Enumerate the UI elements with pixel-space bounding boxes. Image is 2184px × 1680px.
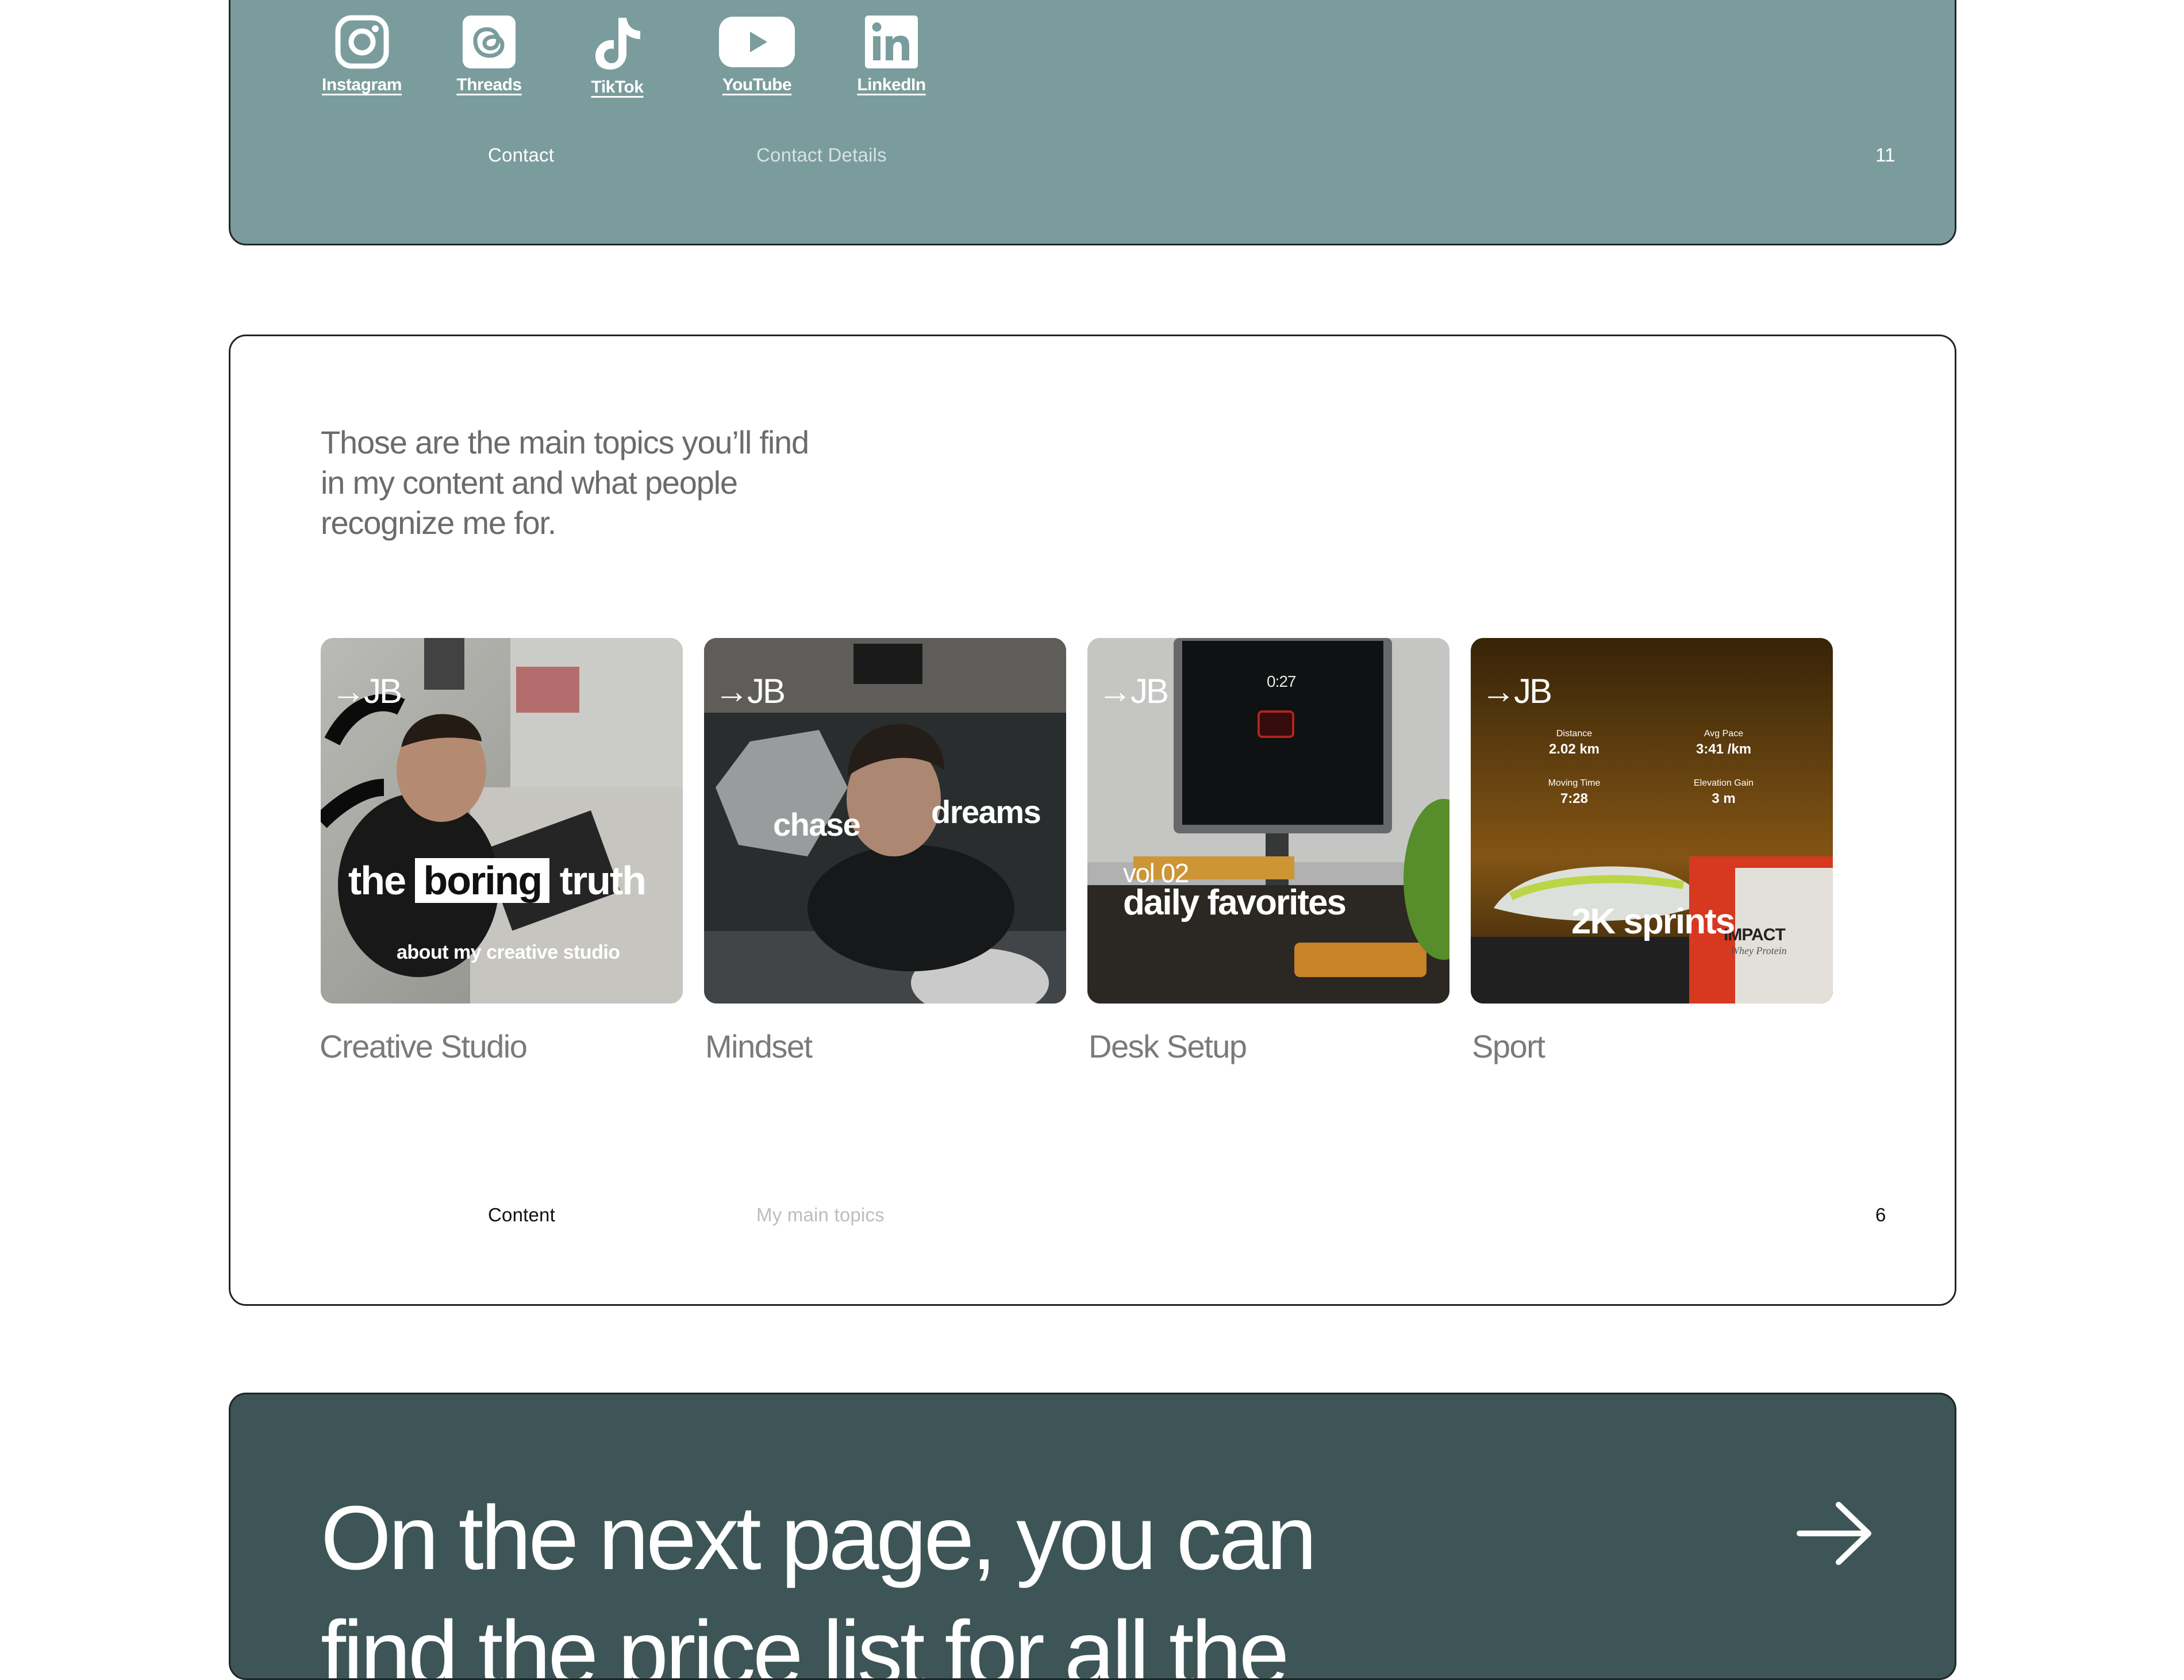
stat-distance: Distance 2.02 km [1528,729,1620,758]
arrow-right-icon[interactable] [1795,1499,1875,1568]
thumbnail-word-left: chase [773,806,861,843]
youtube-icon [719,17,795,67]
youtube-link[interactable]: YouTube [717,14,797,95]
youtube-label: YouTube [722,75,792,94]
footer-section: Content [488,1204,555,1225]
headline-highlight: boring [415,858,550,903]
intro-line: recognize me for. [321,505,556,541]
footer-section: Contact [488,144,555,166]
screen-timer: 0:27 [1267,672,1296,690]
stat-value: 3 m [1712,791,1736,806]
thumbnail-headline: 2K sprints [1571,902,1735,941]
linkedin-label: LinkedIn [857,75,926,94]
linkedin-icon [865,16,918,68]
card-title-desk-setup: Desk Setup [1089,1028,1247,1064]
stat-value: 2.02 km [1548,741,1600,757]
stat-label: Distance [1556,729,1593,739]
stat-label: Elevation Gain [1693,778,1754,788]
instagram-icon [335,15,389,69]
threads-label: Threads [456,75,522,94]
instagram-link[interactable]: Instagram [320,14,403,95]
thumbnail-word-right: dreams [931,794,1041,830]
jb-logo: →JB [1481,672,1552,710]
topic-card-mindset[interactable]: →JB chase dreams [704,638,1066,1004]
card-title-creative-studio: Creative Studio [320,1028,528,1064]
card-title-mindset: Mindset [705,1028,813,1064]
stat-avg-pace: Avg Pace 3:41 /km [1678,729,1770,758]
topic-card-creative-studio[interactable]: →JB the boring truth about my creative s… [321,638,683,1004]
tiktok-link[interactable]: TikTok [586,14,649,97]
intro-line: in my content and what people [321,464,738,501]
next-page-line: On the next page, you can [321,1487,1317,1589]
stat-label: Moving Time [1548,778,1601,788]
topic-card-desk-setup[interactable]: →JB 0:27 vol 02 daily favorites [1087,638,1449,1004]
page-number: 11 [1875,144,1895,166]
next-page-text: On the next page, you can find the price… [321,1481,1470,1680]
stat-value: 3:41 /km [1695,741,1752,757]
product-subtitle: Whey Protein [1731,945,1787,956]
next-page-panel: On the next page, you can find the price… [229,1393,1956,1680]
next-page-line: find the price list for all the [321,1602,1289,1680]
jb-logo: →JB [1098,672,1169,710]
threads-icon [463,16,516,68]
content-panel: Those are the main topics you’ll find in… [229,335,1956,1306]
thumbnail-headline: daily favorites [1123,883,1347,922]
thumbnail-caption: about my creative studio [397,941,620,963]
card-title-sport: Sport [1472,1028,1545,1064]
footer-subsection: Contact Details [756,144,887,166]
threads-link[interactable]: Threads [455,14,524,95]
thumbnail-headline: the boring truth [348,858,647,904]
stat-label: Avg Pace [1704,729,1744,739]
intro-line: Those are the main topics you’ll find [321,424,809,460]
topic-card-sport[interactable]: →JB Distance 2.02 km Avg Pace 3:41 /km M… [1471,638,1833,1004]
stat-value: 7:28 [1560,791,1589,806]
jb-logo: →JB [714,672,786,710]
contact-panel: Instagram Threads TikTok YouTube LinkedI… [229,0,1956,245]
footer-subsection: My main topics [756,1204,885,1225]
headline-word: the [348,858,406,903]
stat-elevation-gain: Elevation Gain 3 m [1678,778,1770,807]
jb-logo: →JB [331,672,402,710]
headline-word: truth [559,858,647,903]
instagram-label: Instagram [322,75,402,94]
intro-text: Those are the main topics you’ll find in… [321,422,895,543]
page-number: 6 [1875,1204,1886,1225]
stat-moving-time: Moving Time 7:28 [1528,778,1620,807]
linkedin-link[interactable]: LinkedIn [854,14,929,95]
tiktok-icon [595,18,640,70]
tiktok-label: TikTok [591,78,644,97]
